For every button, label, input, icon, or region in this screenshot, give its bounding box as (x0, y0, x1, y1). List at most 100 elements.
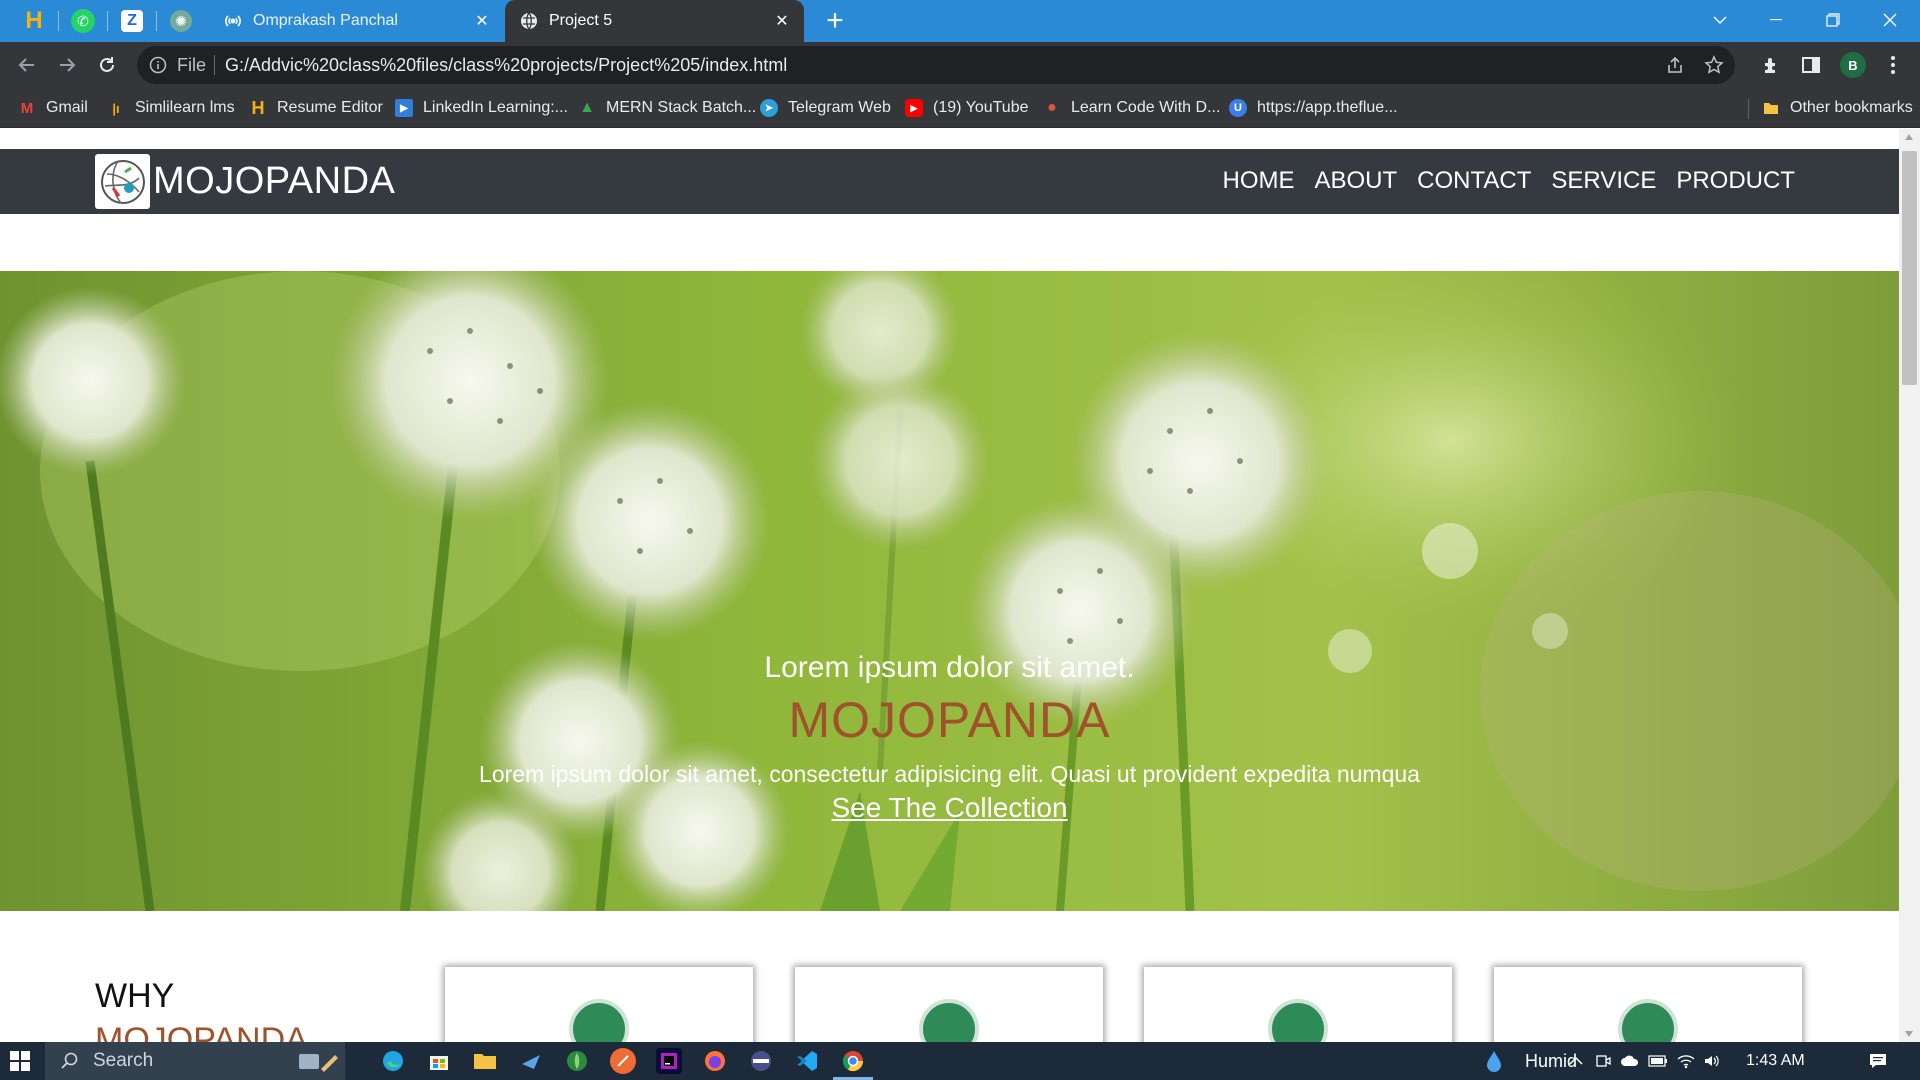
tshirt-badge-icon (1268, 999, 1328, 1042)
meet-now-icon[interactable] (1593, 1051, 1613, 1071)
pinned-tab-zoho[interactable]: Z (113, 5, 151, 37)
mongodb-compass-icon[interactable] (564, 1048, 590, 1074)
globe-icon (519, 11, 539, 31)
side-panel-icon[interactable] (1797, 51, 1825, 79)
bookmark-youtube[interactable]: ▶ (19) YouTube (905, 96, 1028, 120)
url-text[interactable]: G:/Addvic%20class%20files/class%20projec… (225, 55, 787, 76)
pinned-separator (107, 11, 108, 31)
clock-time[interactable]: 1:43 AM (1746, 1052, 1805, 1070)
pinned-tab-openai[interactable]: ✺ (162, 5, 200, 37)
scroll-up-arrow-icon[interactable] (1905, 134, 1913, 140)
extensions-icon[interactable] (1757, 51, 1785, 79)
edge-icon[interactable] (380, 1048, 406, 1074)
taskbar-search[interactable]: Search (45, 1042, 345, 1080)
search-icon (61, 1052, 78, 1069)
onedrive-cloud-icon[interactable] (1620, 1051, 1640, 1071)
intellij-icon[interactable] (656, 1048, 682, 1074)
wifi-icon[interactable] (1676, 1051, 1696, 1071)
h-icon: H (251, 97, 265, 118)
openai-icon: ✺ (170, 10, 192, 32)
logo-image[interactable] (95, 154, 150, 209)
feature-card[interactable] (445, 967, 753, 1042)
minimize-button[interactable] (1748, 0, 1804, 40)
reload-button[interactable] (89, 47, 125, 83)
site-navbar: MOJOPANDA HOME ABOUT CONTACT SERVICE PRO… (0, 149, 1899, 214)
nav-product[interactable]: PRODUCT (1676, 167, 1795, 195)
nav-service[interactable]: SERVICE (1551, 167, 1656, 195)
restore-button[interactable] (1805, 0, 1861, 40)
h-icon: H (25, 7, 43, 34)
scroll-thumb[interactable] (1902, 151, 1917, 385)
windows-start-icon[interactable] (10, 1051, 30, 1071)
bookmark-resume-editor[interactable]: H Resume Editor (249, 96, 383, 120)
bookmark-label: https://app.theflue... (1257, 99, 1398, 116)
feature-card[interactable] (1144, 967, 1452, 1042)
tshirt-badge-icon (569, 999, 629, 1042)
tshirt-badge-icon (1618, 999, 1678, 1042)
bookmark-star-icon[interactable] (1702, 53, 1726, 77)
bookmark-telegram[interactable]: ➤ Telegram Web (760, 96, 891, 120)
globe-logo-icon (100, 159, 145, 204)
firefox-icon[interactable] (702, 1048, 728, 1074)
scroll-down-arrow-icon[interactable] (1905, 1031, 1913, 1037)
battery-icon[interactable] (1648, 1051, 1668, 1071)
tshirt-badge-icon (919, 999, 979, 1042)
share-icon[interactable] (1663, 53, 1687, 77)
pinned-tab-whatsapp[interactable]: ✆ (64, 5, 102, 37)
bookmark-linkedin-learning[interactable]: ▶ LinkedIn Learning:... (395, 96, 568, 120)
volume-icon[interactable] (1702, 1051, 1722, 1071)
bookmark-thefluent[interactable]: U https://app.theflue... (1229, 96, 1398, 120)
feature-card[interactable] (795, 967, 1103, 1042)
address-bar[interactable]: File G:/Addvic%20class%20files/class%20p… (137, 46, 1735, 84)
bookmark-label: (19) YouTube (933, 99, 1029, 116)
new-tab-button[interactable]: + (818, 4, 852, 37)
chevron-up-icon[interactable] (1566, 1051, 1586, 1071)
nav-about[interactable]: ABOUT (1314, 167, 1397, 195)
hero-text: Lorem ipsum dolor sit amet. MOJOPANDA Lo… (0, 271, 1899, 911)
notification-icon[interactable] (1868, 1051, 1888, 1071)
scheme-label: File (177, 55, 207, 75)
nav-home[interactable]: HOME (1222, 167, 1294, 195)
pinned-tab-h[interactable]: H (15, 5, 53, 37)
back-arrow-icon (18, 58, 34, 72)
chrome-icon[interactable] (840, 1048, 866, 1074)
store-icon[interactable] (426, 1048, 452, 1074)
feature-card[interactable] (1494, 967, 1802, 1042)
telegram-icon: ➤ (760, 99, 778, 117)
menu-kebab-icon[interactable] (1879, 51, 1907, 79)
bookmark-simplilearn[interactable]: |ı Simlilearn lms (107, 96, 234, 120)
tab-close-icon[interactable]: ✕ (768, 7, 796, 35)
youtube-icon: ▶ (905, 99, 923, 117)
tab-close-icon[interactable]: ✕ (468, 7, 496, 35)
vscode-icon[interactable] (794, 1048, 820, 1074)
file-explorer-icon[interactable] (472, 1048, 498, 1074)
weather-drop-icon[interactable] (1484, 1051, 1504, 1072)
why-heading: WHY MOJOPANDA (95, 974, 308, 1042)
other-bookmarks[interactable]: Other bookmarks (1762, 96, 1913, 120)
forward-button[interactable] (49, 47, 85, 83)
app-icon[interactable] (518, 1048, 544, 1074)
app-icon[interactable] (748, 1048, 774, 1074)
page-viewport: MOJOPANDA HOME ABOUT CONTACT SERVICE PRO… (0, 129, 1899, 1042)
pinned-separator (156, 11, 157, 31)
profile-avatar[interactable]: B (1840, 52, 1866, 78)
address-separator (214, 55, 215, 75)
nav-contact[interactable]: CONTACT (1417, 167, 1531, 195)
postman-icon[interactable] (610, 1048, 636, 1074)
pinned-separator (58, 11, 59, 31)
close-window-button[interactable] (1862, 0, 1918, 40)
windows-taskbar: Search Humid 1:43 AM (0, 1042, 1920, 1080)
site-brand[interactable]: MOJOPANDA (153, 160, 395, 203)
tab-search-icon[interactable] (1692, 0, 1748, 40)
bookmark-gmail[interactable]: M Gmail (18, 96, 88, 120)
info-icon[interactable] (147, 54, 169, 76)
bookmark-mern-stack[interactable]: ▲ MERN Stack Batch... (578, 96, 756, 120)
drive-icon: ▲ (579, 99, 595, 116)
bookmark-learn-code[interactable]: ● Learn Code With D... (1043, 96, 1220, 120)
tab-project-5[interactable]: Project 5 ✕ (505, 0, 804, 42)
page-scrollbar[interactable] (1899, 129, 1920, 1042)
tab-omprakash-panchal[interactable]: Omprakash Panchal ✕ (209, 0, 504, 42)
see-collection-link[interactable]: See The Collection (831, 792, 1067, 823)
hero-banner: Lorem ipsum dolor sit amet. MOJOPANDA Lo… (0, 271, 1899, 911)
back-button[interactable] (9, 47, 45, 83)
